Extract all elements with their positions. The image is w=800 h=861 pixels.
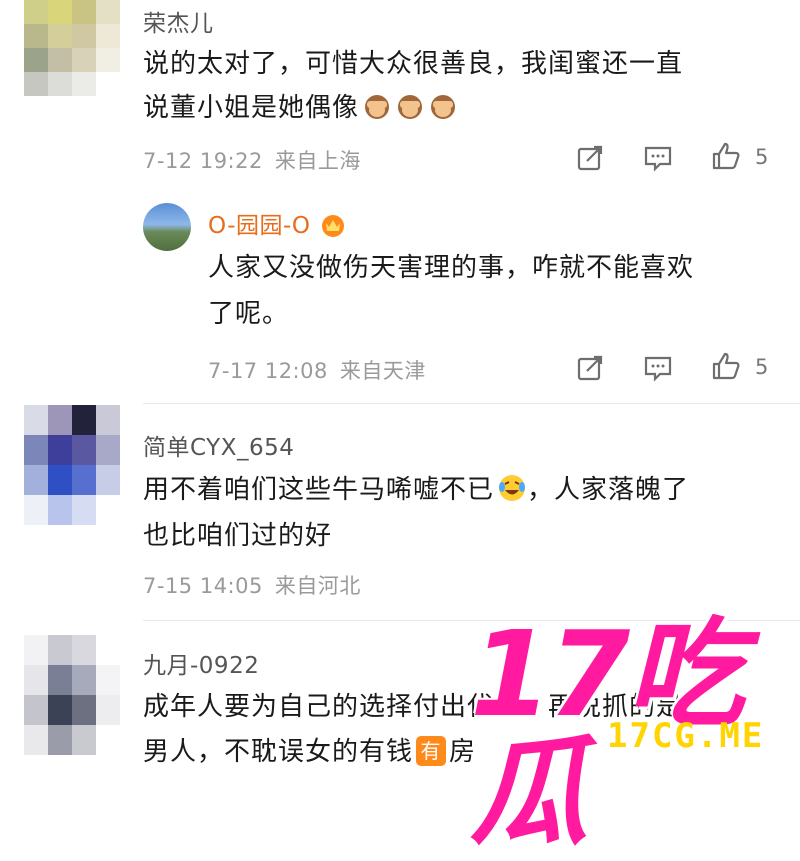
comment-text-line: ，人家落魄了 xyxy=(527,475,690,505)
crying-laughing-face-icon xyxy=(494,475,527,505)
like-icon[interactable] xyxy=(711,351,741,381)
comment-meta: 7-12 19:22 来自上海 xyxy=(143,145,373,175)
reply-source: 来自天津 xyxy=(339,359,426,383)
reply-avatar[interactable] xyxy=(143,203,191,251)
crown-badge-icon xyxy=(318,213,348,239)
reply-text: 人家又没做伤天害理的事，咋就不能喜欢 xyxy=(208,246,694,290)
tag-badge: 有 xyxy=(416,736,447,766)
reply-text-line: 人家又没做伤天害理的事，咋就不能喜欢 xyxy=(208,253,695,283)
comment-meta: 7-15 14:05 来自河北 xyxy=(143,570,373,600)
comment-text-line: 用不着咱们这些牛马唏嘘不已 xyxy=(143,475,495,505)
comment-username[interactable]: 荣杰儿 xyxy=(143,4,214,38)
comment-time: 7-12 19:22 xyxy=(143,149,263,173)
comment-time: 7-15 14:05 xyxy=(143,574,263,598)
avatar[interactable] xyxy=(24,405,120,525)
share-icon[interactable] xyxy=(575,143,605,173)
watermark-url: 17CG.ME xyxy=(607,716,765,756)
comment-text-line: 也比咱们过的好 xyxy=(143,521,333,551)
see-no-evil-monkey-icon xyxy=(359,93,458,123)
reply-text-line: 了呢。 xyxy=(208,299,290,329)
comment-text: 男人，不耽误女的有钱有房 xyxy=(143,730,476,774)
comment-text: 用不着咱们这些牛马唏嘘不已 ，人家落魄了 xyxy=(143,468,689,512)
reply-username-text: O-园园-O xyxy=(208,213,311,239)
reply-text: 了呢。 xyxy=(208,292,289,336)
like-count: 5 xyxy=(755,355,769,379)
comment-icon[interactable] xyxy=(643,353,673,383)
reply-meta: 7-17 12:08 来自天津 xyxy=(208,355,438,385)
like-count: 5 xyxy=(755,145,769,169)
comment-icon[interactable] xyxy=(643,143,673,173)
comment-username[interactable]: 简单CYX_654 xyxy=(143,428,294,462)
comment-source: 来自河北 xyxy=(274,574,361,598)
reply-time: 7-17 12:08 xyxy=(208,359,328,383)
comment-text-line: 男人，不耽误女的有钱 xyxy=(143,737,414,767)
divider xyxy=(143,403,800,404)
comment-text-line: 说董小姐是她偶像 xyxy=(143,93,360,123)
share-icon[interactable] xyxy=(575,353,605,383)
like-icon[interactable] xyxy=(711,141,741,171)
comment-username[interactable]: 九月-0922 xyxy=(143,646,259,680)
comment-source: 来自上海 xyxy=(274,149,361,173)
avatar[interactable] xyxy=(24,635,120,755)
comment-text: 说的太对了，可惜大众很善良，我闺蜜还一直 xyxy=(143,42,683,86)
comment-text: 也比咱们过的好 xyxy=(143,514,332,558)
avatar[interactable] xyxy=(24,0,120,96)
comment-text-line: 说的太对了，可惜大众很善良，我闺蜜还一直 xyxy=(143,49,684,79)
reply-username[interactable]: O-园园-O xyxy=(208,206,348,240)
comment-text: 说董小姐是她偶像 xyxy=(143,86,458,130)
